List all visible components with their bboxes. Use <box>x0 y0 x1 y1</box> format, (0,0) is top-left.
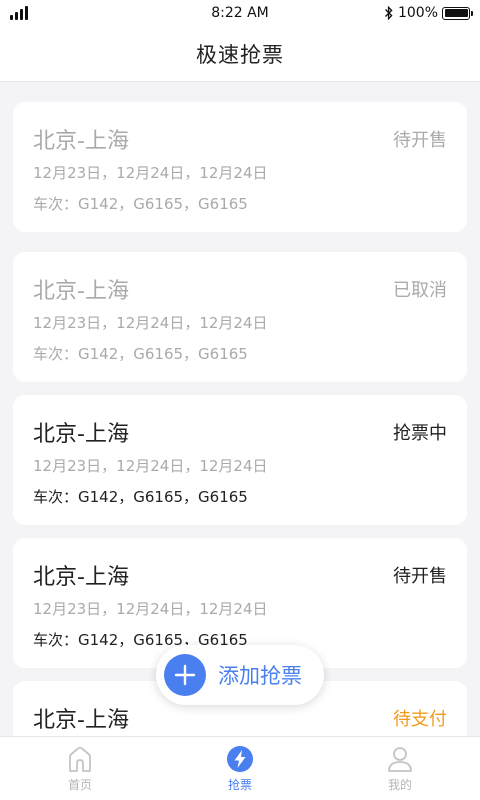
nav-bar: 极速抢票 <box>0 26 480 82</box>
ticket-card[interactable]: 北京-上海 已取消 12月23日，12月24日，12月24日 车次：G142，G… <box>13 252 467 382</box>
ticket-route: 北京-上海 <box>33 279 129 304</box>
home-icon <box>69 746 91 772</box>
tab-grab-ticket[interactable]: 抢票 <box>160 737 320 800</box>
ticket-status: 已取消 <box>393 280 447 301</box>
tab-home[interactable]: 首页 <box>0 737 160 800</box>
add-ticket-label: 添加抢票 <box>218 664 302 688</box>
ticket-dates: 12月23日，12月24日，12月24日 <box>33 600 268 618</box>
ticket-trains: 车次：G142，G6165，G6165 <box>33 488 248 506</box>
tab-profile[interactable]: 我的 <box>320 737 480 800</box>
tab-profile-label: 我的 <box>387 777 412 792</box>
ticket-status: 待开售 <box>393 130 447 151</box>
status-bar: 8:22 AM 100% <box>0 0 480 26</box>
plus-icon <box>164 654 206 696</box>
page-title: 极速抢票 <box>196 42 284 67</box>
ticket-trains: 车次：G142，G6165，G6165 <box>33 345 248 363</box>
ticket-trains: 车次：G142，G6165，G6165 <box>33 195 248 213</box>
ticket-status: 抢票中 <box>393 423 447 444</box>
tab-bar: 首页 抢票 我的 <box>0 736 480 800</box>
ticket-dates: 12月23日，12月24日，12月24日 <box>33 314 268 332</box>
ticket-route: 北京-上海 <box>33 708 129 733</box>
tab-home-label: 首页 <box>67 777 92 792</box>
ticket-dates: 12月23日，12月24日，12月24日 <box>33 457 268 475</box>
ticket-status: 待支付 <box>393 709 447 730</box>
battery-icon <box>442 6 473 20</box>
ticket-route: 北京-上海 <box>33 565 129 590</box>
signal-icon <box>10 6 28 20</box>
ticket-card[interactable]: 北京-上海 抢票中 12月23日，12月24日，12月24日 车次：G142，G… <box>13 395 467 525</box>
lightning-icon <box>227 745 253 772</box>
add-ticket-button[interactable]: 添加抢票 <box>156 645 324 705</box>
ticket-card[interactable]: 北京-上海 待开售 12月23日，12月24日，12月24日 车次：G142，G… <box>13 102 467 232</box>
user-icon <box>388 746 412 772</box>
ticket-route: 北京-上海 <box>33 129 129 154</box>
bluetooth-icon <box>385 6 393 20</box>
battery-percent: 100% <box>397 5 438 21</box>
ticket-route: 北京-上海 <box>33 422 129 447</box>
ticket-list[interactable]: 北京-上海 待开售 12月23日，12月24日，12月24日 车次：G142，G… <box>0 82 480 736</box>
ticket-dates: 12月23日，12月24日，12月24日 <box>33 164 268 182</box>
tab-grab-ticket-label: 抢票 <box>227 777 252 792</box>
ticket-status: 待开售 <box>393 566 447 587</box>
